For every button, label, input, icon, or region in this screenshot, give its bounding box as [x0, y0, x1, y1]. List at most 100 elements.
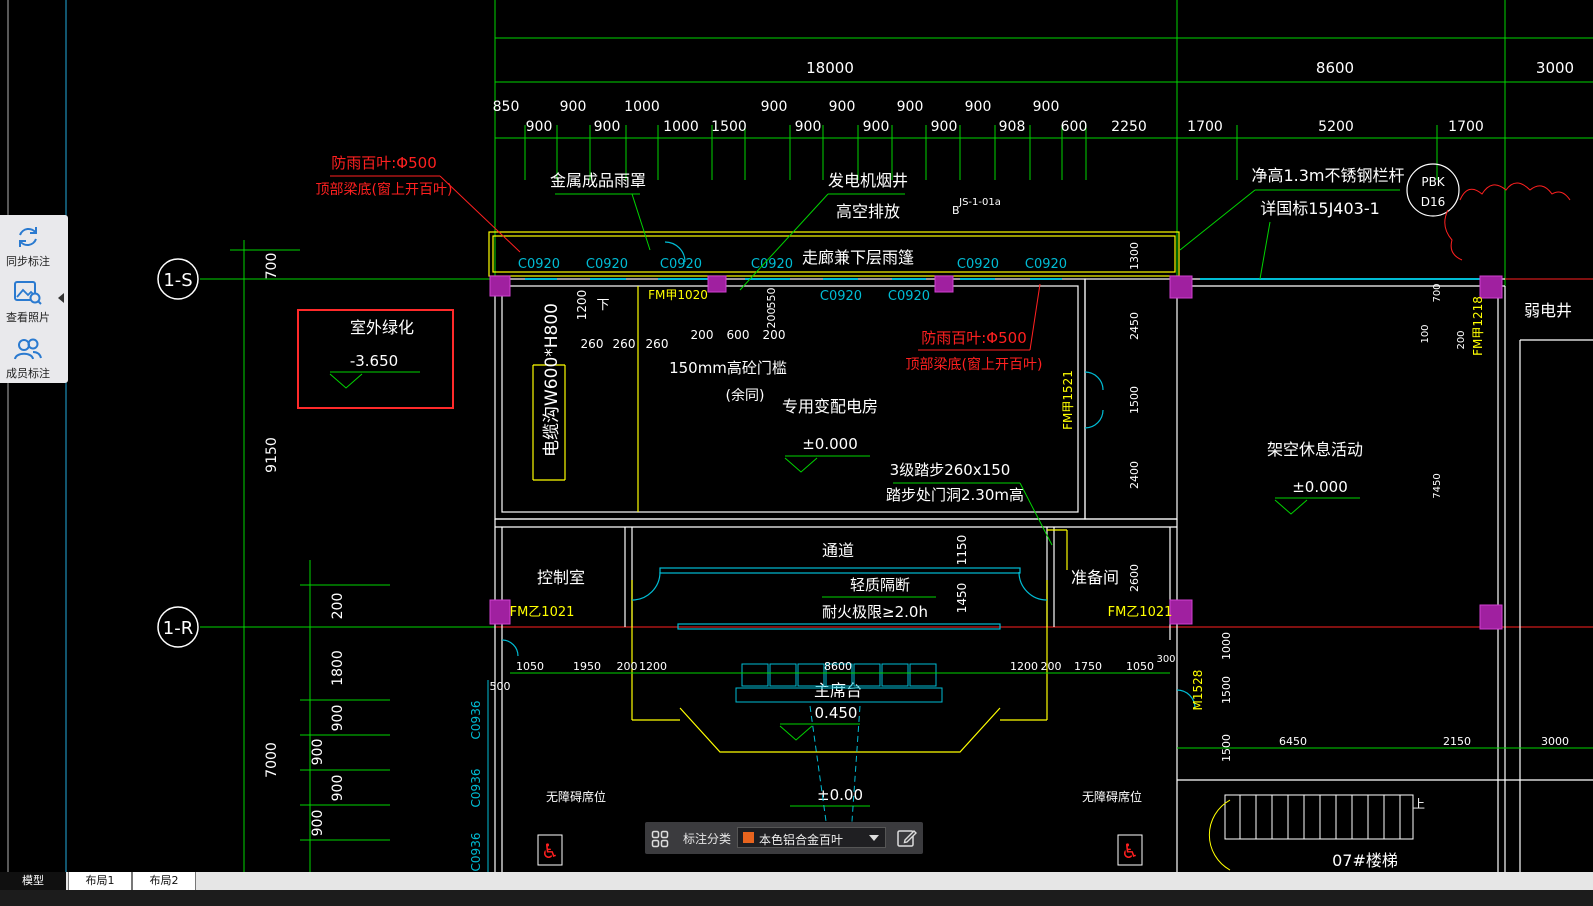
layout-tab-bar: 模型 布局1 布局2: [0, 872, 1593, 906]
note-louver-1b: 顶部梁底(窗上开百叶): [316, 181, 453, 198]
window-tag-7: C0920: [820, 289, 862, 304]
tab-model[interactable]: 模型: [0, 872, 66, 890]
axis-bubble-1s: 1-S: [163, 270, 192, 291]
dim-misc-700: 700: [1432, 283, 1443, 302]
note-fire-rating: 耐火极限≥2.0h: [822, 603, 928, 621]
note-louver-1: 防雨百叶:Φ500: [331, 154, 437, 172]
member-annotation-button[interactable]: 成员标注: [0, 329, 56, 385]
note-louver-2: 防雨百叶:Φ500: [921, 329, 1027, 347]
dim-left-3: 1800: [330, 650, 346, 686]
dim-left-8: 900: [310, 810, 326, 837]
window-tag-1: C0920: [518, 257, 560, 272]
note-same: (余同): [726, 387, 765, 404]
dim-r2-1: 900: [594, 119, 621, 135]
dim-misc-1000: 1000: [1220, 632, 1233, 660]
window-tag-6: C0920: [1025, 257, 1067, 272]
dim-r2-12: 1700: [1448, 119, 1484, 135]
dim-left-6: 7000: [264, 742, 280, 778]
cad-drawing-canvas[interactable]: 18000 8600 3000 850 900 1000 900 900 900…: [0, 0, 1593, 906]
sync-annotation-button[interactable]: 同步标注: [0, 217, 56, 273]
note-outdoor-level: -3.650: [350, 352, 398, 370]
pbk-bubble-top: PBK: [1421, 175, 1445, 189]
edit-note-icon[interactable]: [896, 827, 918, 849]
dim-misc-300: 300: [1156, 654, 1175, 665]
note-accessible-2: 无障碍席位: [1082, 789, 1142, 804]
dim-misc-200e: 200: [1041, 660, 1062, 673]
dim-r2-2: 1000: [663, 119, 699, 135]
dim-left-2: 200: [330, 593, 346, 620]
dim-r1-0: 850: [493, 99, 520, 115]
photo-search-icon: [14, 281, 42, 305]
member-annotation-label: 成员标注: [6, 367, 50, 380]
dim-total-2: 8600: [1316, 59, 1354, 77]
dim-r2-11: 5200: [1318, 119, 1354, 135]
view-photos-button[interactable]: 查看照片: [0, 273, 56, 329]
dim-misc-200d: 200: [617, 660, 638, 673]
dim-r2-8: 600: [1061, 119, 1088, 135]
door-tag-fm-a: FM甲1020: [648, 288, 708, 302]
note-corridor: 走廊兼下层雨篷: [802, 248, 914, 267]
note-generator-flue: 发电机烟井: [828, 171, 908, 190]
sync-icon: [19, 227, 37, 247]
dim-r1-6: 900: [965, 99, 992, 115]
room-stage: 主席台: [814, 681, 862, 700]
accessible-icon-2: ♿: [1121, 839, 1139, 863]
dim-misc-1200b: 1200: [639, 660, 667, 673]
dim-misc-1950: 1950: [573, 660, 601, 673]
note-partition: 轻质隔断: [850, 576, 910, 594]
grid-icon[interactable]: [651, 830, 669, 848]
dim-r2-0: 900: [526, 119, 553, 135]
dim-r2-4: 900: [795, 119, 822, 135]
window-tag-8: C0920: [888, 289, 930, 304]
pbk-bubble-bottom: D16: [1421, 195, 1446, 209]
dim-misc-260a: 260: [581, 337, 604, 351]
dim-misc-2450: 2450: [1128, 312, 1141, 340]
dim-r1-3: 900: [761, 99, 788, 115]
stage-level: 0.450: [815, 704, 858, 722]
dim-misc-1050b: 1050: [1126, 660, 1154, 673]
room-control: 控制室: [537, 568, 585, 587]
dim-r1-7: 900: [1033, 99, 1060, 115]
note-outdoor-green: 室外绿化: [350, 318, 414, 337]
dim-left-7: 900: [330, 775, 346, 802]
note-railing: 净高1.3m不锈钢栏杆: [1251, 166, 1404, 185]
stage-level-2: ±0.00: [817, 786, 863, 804]
dim-r2-10: 1700: [1187, 119, 1223, 135]
side-tag-2: C0936: [469, 769, 483, 808]
dim-r2-9: 2250: [1111, 119, 1147, 135]
collapse-arrow-icon[interactable]: [58, 293, 64, 303]
dim-left-0: 700: [264, 253, 280, 280]
annotation-category-label: 标注分类: [683, 832, 732, 846]
dim-left-4: 900: [330, 705, 346, 732]
dim-misc-200a: 200: [691, 328, 714, 342]
door-tag-fm-b: FM甲1521: [1061, 370, 1075, 430]
view-photos-label: 查看照片: [6, 311, 50, 324]
dim-r1-5: 900: [897, 99, 924, 115]
dim-total-1: 18000: [806, 59, 854, 77]
dim-misc-260b: 260: [613, 337, 636, 351]
tab-layout-2[interactable]: 布局2: [132, 872, 196, 890]
door-tag-fm-c: FM乙1021: [510, 605, 575, 620]
selected-category: 本色铝合金百叶: [759, 833, 844, 847]
dim-misc-1200c: 1200: [1010, 660, 1038, 673]
note-louver-2b: 顶部梁底(窗上开百叶): [906, 356, 1043, 373]
dim-misc-1750: 1750: [1074, 660, 1102, 673]
window-tag-2: C0920: [586, 257, 628, 272]
door-tag-fm-d: FM乙1021: [1108, 605, 1173, 620]
annotation-category-select[interactable]: 本色铝合金百叶: [737, 827, 886, 848]
dim-misc-600: 600: [727, 328, 750, 342]
room-passage: 通道: [822, 541, 854, 560]
side-tag-1: C0936: [469, 701, 483, 740]
dim-total-3: 3000: [1536, 59, 1574, 77]
tab-strip: [0, 872, 1593, 890]
dim-misc-100: 100: [1420, 324, 1431, 343]
members-icon: [14, 338, 42, 360]
dim-misc-1150: 1150: [955, 535, 969, 566]
dim-misc-1450: 1450: [955, 583, 969, 614]
window-tag-5: C0920: [957, 257, 999, 272]
dim-r2-6: 900: [931, 119, 958, 135]
dim-misc-200f: 200: [1456, 330, 1467, 349]
tab-layout-1[interactable]: 布局1: [68, 872, 132, 890]
dim-r1-4: 900: [829, 99, 856, 115]
dim-misc-200b: 200: [763, 328, 786, 342]
